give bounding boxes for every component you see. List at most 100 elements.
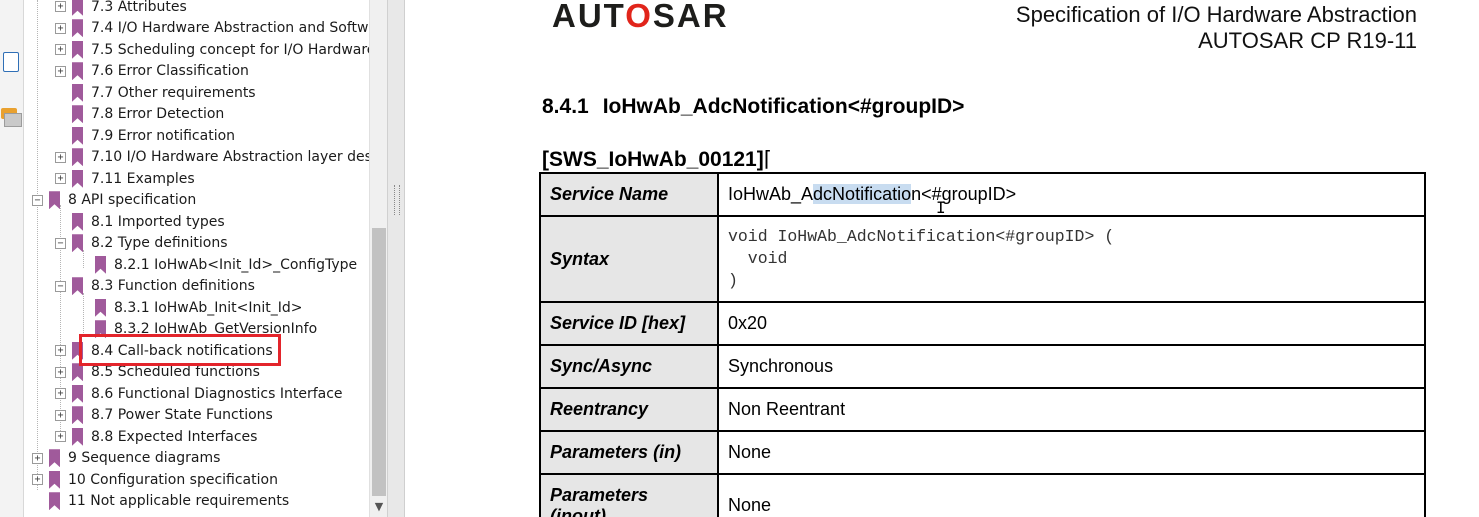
bookmark-label: 8.2 Type definitions [91, 235, 228, 252]
bookmark-item[interactable]: 7.9 Error notification [55, 125, 235, 147]
bookmark-item[interactable]: 8.1 Imported types [55, 211, 225, 233]
expand-icon[interactable]: + [55, 366, 66, 378]
bookmark-item[interactable]: +7.10 I/O Hardware Abstraction layer des… [55, 147, 369, 169]
parameters-inout-value: None [717, 473, 1426, 517]
bookmark-label: 8.1 Imported types [91, 213, 225, 230]
bookmark-label: 7.5 Scheduling concept for I/O Hardware [91, 41, 369, 58]
panel-splitter[interactable] [387, 0, 405, 517]
expand-icon[interactable]: + [55, 431, 66, 443]
expand-icon[interactable]: + [32, 452, 43, 464]
service-name-value[interactable]: IoHwAb_AdcNotification<#groupID> [717, 172, 1426, 217]
bookmark-label: 7.3 Attributes [91, 0, 187, 15]
bookmark-icon [72, 406, 83, 425]
bookmark-item[interactable]: − 8 API specification [32, 190, 196, 212]
table-row: Service Name IoHwAb_AdcNotification<#gro… [539, 172, 1426, 217]
collapse-icon[interactable]: − [55, 237, 66, 249]
bookmark-label: 7.7 Other requirements [91, 84, 256, 101]
bookmark-item[interactable]: +8.8 Expected Interfaces [55, 426, 257, 448]
bookmark-icon [72, 105, 83, 124]
bookmark-icon [72, 40, 83, 59]
bookmark-label: 8.2.1 IoHwAb<Init_Id>_ConfigType [114, 256, 358, 273]
sync-async-value: Synchronous [717, 344, 1426, 389]
expand-icon[interactable]: + [55, 409, 66, 421]
bookmark-item[interactable]: +10 Configuration specification [32, 469, 278, 491]
bookmark-label: 7.6 Error Classification [91, 63, 249, 80]
scrollbar-thumb[interactable] [372, 228, 386, 496]
requirement-bracket: ⌈ [763, 148, 772, 171]
bookmarks-scrollbar[interactable]: ▼ [369, 0, 387, 517]
bookmark-label: 8 API specification [68, 192, 197, 209]
bookmark-icon [72, 427, 83, 446]
expand-icon[interactable]: + [55, 22, 66, 34]
bookmark-icon [72, 169, 83, 188]
bookmark-item[interactable]: − 8.3 Function definitions [55, 276, 255, 298]
bookmark-label: 11 Not applicable requirements [68, 493, 290, 510]
bookmark-item[interactable]: +9 Sequence diagrams [32, 448, 220, 470]
bookmark-item[interactable]: 8.2.1 IoHwAb<Init_Id>_ConfigType [78, 254, 357, 276]
bookmark-item[interactable]: +7.4 I/O Hardware Abstraction and Softwa [55, 18, 369, 40]
comments-icon[interactable] [1, 104, 22, 128]
collapse-icon[interactable]: − [32, 194, 43, 206]
section-title: IoHwAb_AdcNotification<#groupID> [602, 95, 965, 118]
syntax-value: void IoHwAb_AdcNotification<#groupID> ( … [717, 215, 1426, 303]
bookmark-label: 8.8 Expected Interfaces [91, 428, 258, 445]
bookmark-item[interactable]: +7.11 Examples [55, 168, 195, 190]
expand-icon[interactable]: + [55, 173, 66, 185]
expand-icon[interactable]: + [55, 65, 66, 77]
bookmark-item[interactable]: +8.7 Power State Functions [55, 405, 273, 427]
expand-icon[interactable]: + [55, 1, 66, 13]
bookmark-item[interactable]: 7.7 Other requirements [55, 82, 256, 104]
collapse-icon[interactable]: − [55, 280, 66, 292]
bookmark-icon [72, 19, 83, 38]
service-name-label: Service Name [539, 172, 719, 217]
bookmark-item[interactable]: 11 Not applicable requirements [32, 491, 289, 513]
expand-icon[interactable]: + [55, 44, 66, 56]
bookmark-icon [49, 449, 60, 468]
bookmark-item[interactable]: 8.3.1 IoHwAb_Init<Init_Id> [78, 297, 302, 319]
document-title: Specification of I/O Hardware Abstractio… [1016, 2, 1417, 54]
bookmark-item[interactable]: +7.5 Scheduling concept for I/O Hardware [55, 39, 369, 61]
bookmark-icon [72, 62, 83, 81]
expand-icon[interactable]: + [55, 388, 66, 400]
expand-icon[interactable]: + [32, 474, 43, 486]
sync-async-label: Sync/Async [539, 344, 719, 389]
bookmark-icon [72, 148, 83, 167]
autosar-logo: AUTOSAR [552, 0, 729, 34]
parameters-in-value: None [717, 430, 1426, 475]
requirement-id: [SWS_IoHwAb_00121]⌈ [542, 147, 772, 172]
expand-icon[interactable]: + [55, 345, 66, 357]
bookmark-icon [95, 255, 106, 274]
selection-highlight [79, 334, 281, 366]
page-thumbnails-icon[interactable] [1, 46, 21, 72]
bookmark-item[interactable]: +7.6 Error Classification [55, 61, 249, 83]
bookmark-item[interactable]: +8.6 Functional Diagnostics Interface [55, 383, 343, 405]
requirement-id-text: [SWS_IoHwAb_00121] [542, 148, 764, 171]
reentrancy-value: Non Reentrant [717, 387, 1426, 432]
bookmark-icon [49, 191, 60, 210]
bookmark-label: 7.4 I/O Hardware Abstraction and Softwa [91, 20, 369, 37]
bookmark-label: 8.3 Function definitions [91, 278, 255, 295]
scroll-down-arrow-icon[interactable]: ▼ [370, 498, 388, 516]
parameters-in-label: Parameters (in) [539, 430, 719, 475]
table-row: Parameters (inout) None [539, 473, 1426, 517]
expand-icon[interactable]: + [55, 151, 66, 163]
bookmarks-panel: +7.3 Attributes +7.4 I/O Hardware Abstrac… [24, 0, 369, 517]
bookmark-icon [72, 384, 83, 403]
bookmark-item[interactable]: − 8.2 Type definitions [55, 233, 228, 255]
service-id-label: Service ID [hex] [539, 301, 719, 346]
syntax-label: Syntax [539, 215, 719, 303]
bookmark-item[interactable]: +7.3 Attributes [55, 0, 187, 18]
bookmark-label: 10 Configuration specification [68, 471, 278, 488]
bookmark-item[interactable]: 7.8 Error Detection [55, 104, 224, 126]
bookmark-label: 8.5 Scheduled functions [91, 364, 260, 381]
bookmark-label: 7.10 I/O Hardware Abstraction layer desc [91, 149, 369, 166]
bookmark-icon [72, 277, 83, 296]
side-toolbar [0, 0, 24, 517]
bookmark-label: 7.9 Error notification [91, 127, 236, 144]
bookmark-icon [72, 234, 83, 253]
bookmark-icon [72, 212, 83, 231]
